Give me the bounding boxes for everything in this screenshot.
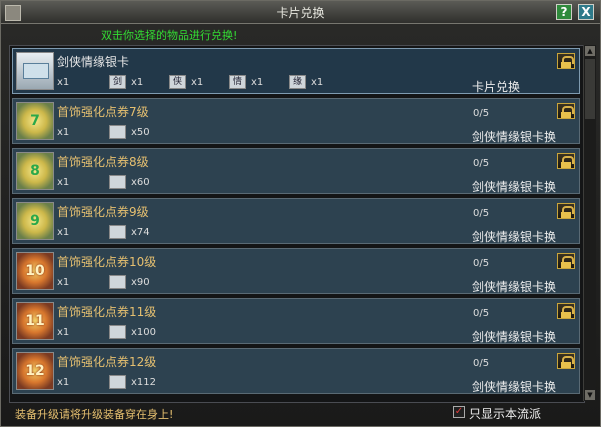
silver-card-icon — [109, 375, 126, 389]
exchange-progress: 0/5 — [473, 158, 490, 169]
silver-card-icon — [109, 125, 126, 139]
exchange-action: 剑侠情缘银卡换 — [472, 280, 557, 294]
item-quantity: x1 — [57, 327, 70, 338]
item-name: 首饰强化点券7级 — [57, 105, 149, 119]
title-bar[interactable]: 卡片兑换 ? X — [1, 1, 600, 24]
item-quantity: x1 — [57, 127, 70, 138]
level-badge: 7 — [30, 113, 40, 129]
item-name: 首饰强化点券11级 — [57, 305, 157, 319]
voucher-icon: 9 — [16, 202, 54, 240]
voucher-icon: 11 — [16, 302, 54, 340]
silver-card-icon — [16, 52, 54, 90]
silver-card-icon — [109, 225, 126, 239]
level-badge: 10 — [25, 263, 45, 279]
close-button[interactable]: X — [578, 4, 594, 20]
exchange-action: 剑侠情缘银卡换 — [472, 330, 557, 344]
scroll-thumb[interactable] — [585, 59, 595, 119]
lock-icon[interactable] — [557, 103, 575, 119]
voucher-icon: 7 — [16, 102, 54, 140]
exchange-item-row[interactable]: 10 首饰强化点券10级 x1 x90 0/5 剑侠情缘银卡换 — [12, 248, 580, 294]
material-quantity: x1 — [131, 77, 144, 88]
level-badge: 9 — [30, 213, 40, 229]
exchange-progress: 0/5 — [473, 258, 490, 269]
item-name: 首饰强化点券10级 — [57, 255, 157, 269]
exchange-action: 卡片兑换 — [472, 80, 521, 94]
exchange-list: 剑侠情缘银卡 x1 剑 x1 侠 x1 情 x1 缘 x1 卡片兑换 7 首饰强… — [9, 45, 585, 403]
material-quantity: x1 — [251, 77, 264, 88]
silver-card-icon — [109, 275, 126, 289]
exchange-item-row[interactable]: 11 首饰强化点券11级 x1 x100 0/5 剑侠情缘银卡换 — [12, 298, 580, 344]
lock-icon[interactable] — [557, 353, 575, 369]
item-quantity: x1 — [57, 377, 70, 388]
item-name: 剑侠情缘银卡 — [57, 55, 130, 69]
card-piece-icon: 剑 — [109, 75, 126, 89]
window-title: 卡片兑换 — [276, 6, 325, 20]
lock-icon[interactable] — [557, 203, 575, 219]
voucher-icon: 12 — [16, 352, 54, 390]
material-quantity: x50 — [131, 127, 150, 138]
exchange-action: 剑侠情缘银卡换 — [472, 130, 557, 144]
material-quantity: x60 — [131, 177, 150, 188]
card-piece-icon: 情 — [229, 75, 246, 89]
material-quantity: x100 — [131, 327, 157, 338]
silver-card-icon — [109, 325, 126, 339]
card-exchange-window: 卡片兑换 ? X 双击你选择的物品进行兑换! 剑侠情缘银卡 x1 剑 x1 侠 … — [0, 0, 601, 427]
item-quantity: x1 — [57, 277, 70, 288]
school-filter-checkbox[interactable]: ✓ — [453, 406, 465, 418]
exchange-action: 剑侠情缘银卡换 — [472, 230, 557, 244]
lock-icon[interactable] — [557, 53, 575, 69]
item-quantity: x1 — [57, 227, 70, 238]
instruction-text: 双击你选择的物品进行兑换! — [101, 29, 238, 42]
material-quantity: x74 — [131, 227, 150, 238]
scroll-down-icon[interactable]: ▼ — [585, 390, 595, 400]
exchange-progress: 0/5 — [473, 308, 490, 319]
voucher-icon: 8 — [16, 152, 54, 190]
card-piece-icon: 侠 — [169, 75, 186, 89]
item-name: 首饰强化点券8级 — [57, 155, 149, 169]
voucher-icon: 10 — [16, 252, 54, 290]
level-badge: 8 — [30, 163, 40, 179]
exchange-item-row[interactable]: 8 首饰强化点券8级 x1 x60 0/5 剑侠情缘银卡换 — [12, 148, 580, 194]
material-quantity: x112 — [131, 377, 157, 388]
item-quantity: x1 — [57, 177, 70, 188]
level-badge: 12 — [25, 363, 45, 379]
item-name: 首饰强化点券9级 — [57, 205, 149, 219]
exchange-action: 剑侠情缘银卡换 — [472, 380, 557, 394]
exchange-progress: 0/5 — [473, 108, 490, 119]
lock-icon[interactable] — [557, 153, 575, 169]
upgrade-tip: 装备升级请将升级装备穿在身上! — [15, 408, 174, 421]
list-scrollbar[interactable]: ▲ ▼ — [583, 45, 596, 401]
exchange-item-row[interactable]: 剑侠情缘银卡 x1 剑 x1 侠 x1 情 x1 缘 x1 卡片兑换 — [12, 48, 580, 94]
item-quantity: x1 — [57, 77, 70, 88]
exchange-item-row[interactable]: 7 首饰强化点券7级 x1 x50 0/5 剑侠情缘银卡换 — [12, 98, 580, 144]
material-quantity: x1 — [191, 77, 204, 88]
lock-icon[interactable] — [557, 253, 575, 269]
exchange-progress: 0/5 — [473, 358, 490, 369]
level-badge: 11 — [25, 313, 45, 329]
exchange-action: 剑侠情缘银卡换 — [472, 180, 557, 194]
card-piece-icon: 缘 — [289, 75, 306, 89]
material-quantity: x1 — [311, 77, 324, 88]
school-filter-label[interactable]: 只显示本流派 — [469, 405, 541, 422]
exchange-item-row[interactable]: 12 首饰强化点券12级 x1 x112 0/5 剑侠情缘银卡换 — [12, 348, 580, 394]
exchange-progress: 0/5 — [473, 208, 490, 219]
scroll-up-icon[interactable]: ▲ — [585, 46, 595, 56]
help-button[interactable]: ? — [556, 4, 572, 20]
exchange-item-row[interactable]: 9 首饰强化点券9级 x1 x74 0/5 剑侠情缘银卡换 — [12, 198, 580, 244]
item-name: 首饰强化点券12级 — [57, 355, 157, 369]
lock-icon[interactable] — [557, 303, 575, 319]
material-quantity: x90 — [131, 277, 150, 288]
silver-card-icon — [109, 175, 126, 189]
